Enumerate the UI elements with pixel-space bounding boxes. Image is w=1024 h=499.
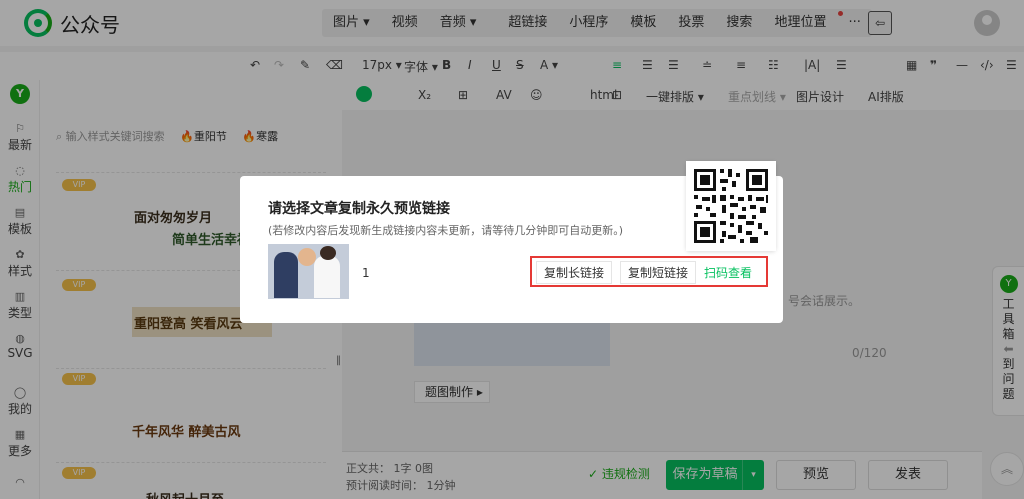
scan-view-button[interactable]: 扫码查看 (696, 261, 761, 284)
dialog-subtitle: (若修改内容后发现新生成链接内容未更新，请等待几分钟即可自动更新。) (268, 224, 624, 237)
copy-long-link-button[interactable]: 复制长链接 (536, 261, 613, 284)
qr-code-popover (686, 161, 776, 251)
thumb-head (320, 246, 336, 260)
article-thumbnail (268, 244, 349, 299)
dialog-title: 请选择文章复制永久预览链接 (268, 201, 450, 217)
article-index: 1 (362, 266, 370, 280)
thumb-head (298, 248, 316, 266)
copy-short-link-button[interactable]: 复制短链接 (620, 261, 697, 284)
thumb-figure (274, 252, 298, 298)
thumb-figure (314, 256, 340, 298)
link-actions-highlight: 复制长链接 复制短链接 扫码查看 (530, 256, 768, 287)
qr-code (686, 161, 776, 251)
